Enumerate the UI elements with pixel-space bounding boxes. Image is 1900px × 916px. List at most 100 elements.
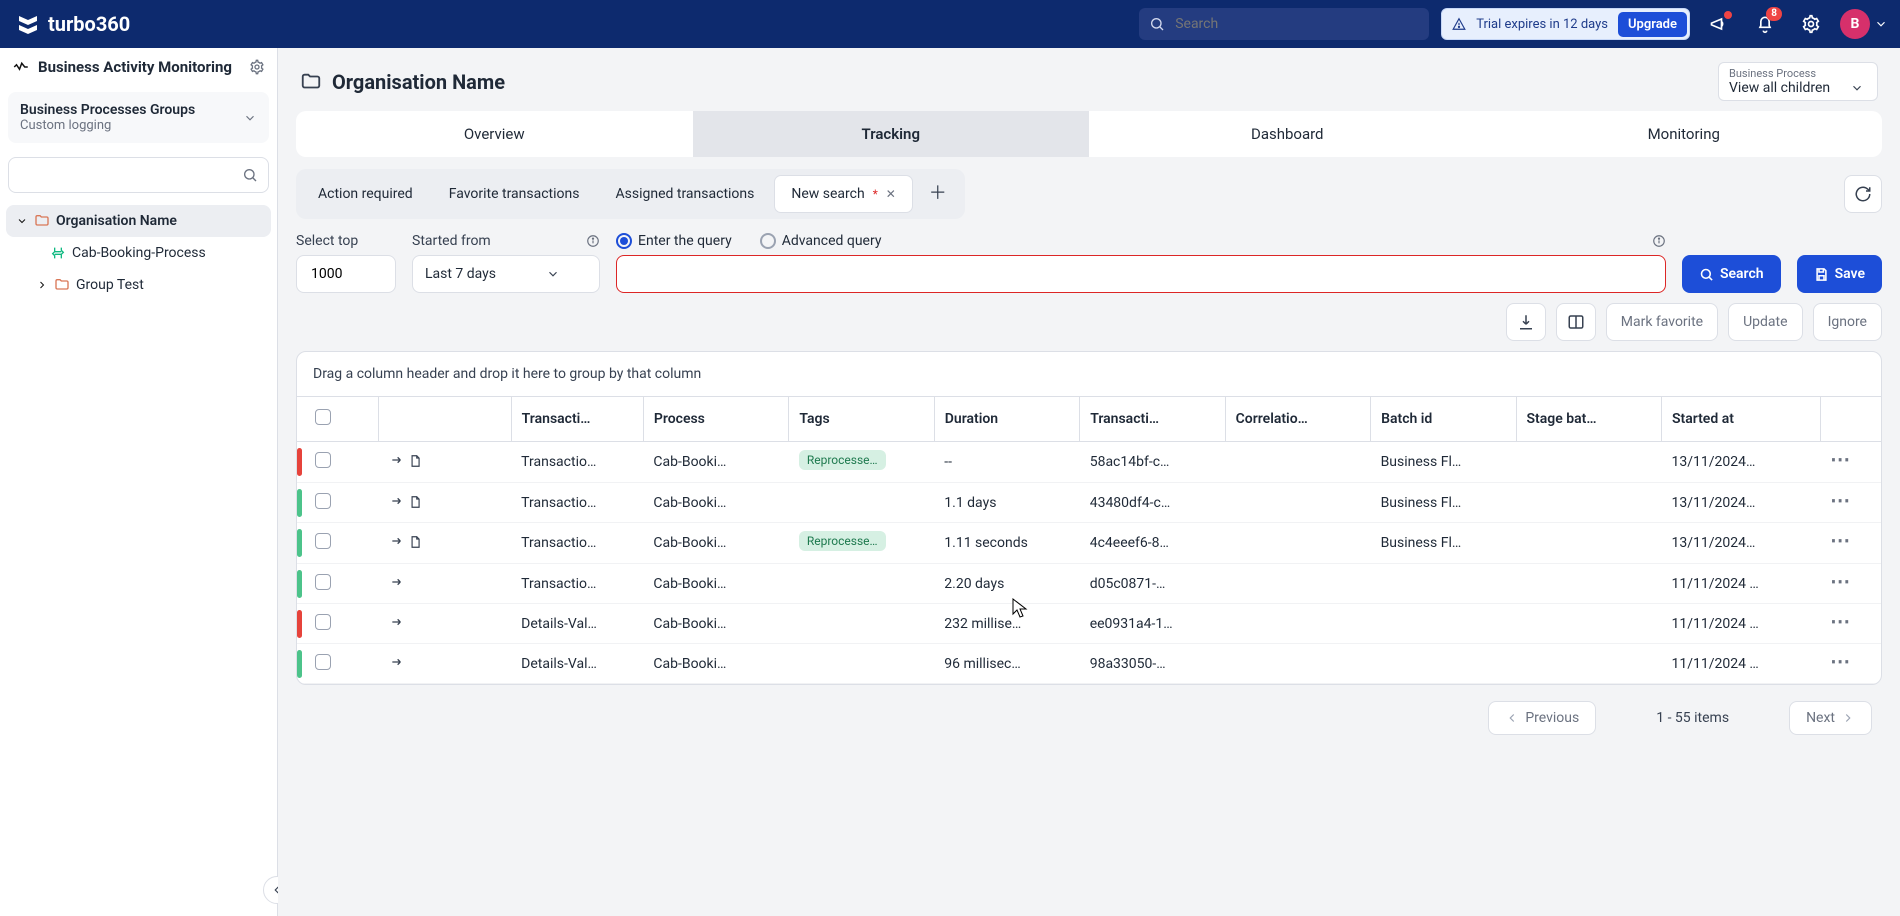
expand-icon[interactable] [389,497,422,513]
gear-icon[interactable] [249,59,265,75]
cell-tags [789,483,934,523]
expand-icon[interactable] [389,618,405,634]
table-row[interactable]: Transactio…Cab-Booki…2.20 daysd05c0871-…… [297,564,1881,604]
expand-icon[interactable] [389,578,405,594]
columns-button[interactable] [1556,303,1596,341]
subtab-favorite[interactable]: Favorite transactions [433,176,596,212]
user-menu[interactable]: B [1840,9,1888,39]
col-batch[interactable]: Batch id [1371,397,1516,442]
brand-logo[interactable]: turbo360 [16,12,130,36]
query-input[interactable] [616,255,1666,293]
row-checkbox[interactable] [315,452,331,468]
row-checkbox[interactable] [315,654,331,670]
row-menu-button[interactable]: ⋯ [1830,649,1851,673]
tab-dashboard[interactable]: Dashboard [1089,111,1486,157]
select-top-field: Select top [296,233,396,293]
tree-org[interactable]: Organisation Name [6,205,271,237]
select-top-input[interactable] [309,265,369,283]
cell-transaction: Transactio… [511,564,643,604]
table-row[interactable]: Transactio…Cab-Booki…1.1 days43480df4-c…… [297,483,1881,523]
announcements-button[interactable] [1702,7,1736,41]
subtab-assigned[interactable]: Assigned transactions [600,176,771,212]
started-from-select[interactable]: Last 7 days [412,255,600,293]
cell-started: 13/11/2024… [1661,523,1820,564]
cell-batch: Business Fl… [1371,483,1516,523]
search-button[interactable]: Search [1682,255,1781,293]
row-menu-button[interactable]: ⋯ [1830,528,1851,552]
download-button[interactable] [1506,303,1546,341]
row-menu-button[interactable]: ⋯ [1830,447,1851,471]
group-selector[interactable]: Business Processes Groups Custom logging [8,92,269,143]
chevron-down-icon [546,267,560,281]
subtab-action[interactable]: Action required [302,176,429,212]
business-process-select[interactable]: Business Process View all children [1718,62,1878,101]
tree-cab[interactable]: Cab-Booking-Process [6,237,271,269]
settings-button[interactable] [1794,7,1828,41]
cell-stage [1516,564,1661,604]
col-started[interactable]: Started at [1661,397,1820,442]
global-search[interactable] [1139,8,1429,40]
row-checkbox[interactable] [315,574,331,590]
table-row[interactable]: Details-Val…Cab-Booki…96 millisec…98a330… [297,644,1881,684]
cell-correlation [1225,564,1370,604]
upgrade-button[interactable]: Upgrade [1618,12,1687,37]
col-tags[interactable]: Tags [789,397,934,442]
add-search-button[interactable]: ＋ [917,177,959,211]
sub-tabs: Action required Favorite transactions As… [296,169,965,219]
tab-overview[interactable]: Overview [296,111,693,157]
cell-started: 11/11/2024 … [1661,644,1820,684]
cell-stage [1516,483,1661,523]
prev-button[interactable]: Previous [1488,701,1596,735]
table-row[interactable]: Transactio…Cab-Booki…Reprocesse…1.11 sec… [297,523,1881,564]
cell-correlation [1225,644,1370,684]
notifications-button[interactable]: 8 [1748,7,1782,41]
select-top-input-wrap[interactable] [296,255,396,293]
main-content: Organisation Name Business Process View … [278,48,1900,916]
top-bar: turbo360 Trial expires in 12 days Upgrad… [0,0,1900,48]
info-icon[interactable] [586,234,600,248]
info-icon[interactable] [1652,234,1666,248]
close-icon[interactable]: ✕ [886,187,896,201]
chevron-down-icon [243,111,257,125]
col-tid[interactable]: Transacti… [1080,397,1225,442]
col-stage[interactable]: Stage bat… [1516,397,1661,442]
refresh-button[interactable] [1844,175,1882,213]
row-checkbox[interactable] [315,533,331,549]
mark-favorite-button[interactable]: Mark favorite [1606,303,1718,341]
col-correlation[interactable]: Correlatio… [1225,397,1370,442]
table-row[interactable]: Transactio…Cab-Booki…Reprocesse…--58ac14… [297,442,1881,483]
tab-tracking[interactable]: Tracking [693,111,1090,157]
ignore-button[interactable]: Ignore [1813,303,1882,341]
document-icon [408,495,422,509]
update-button[interactable]: Update [1728,303,1802,341]
row-checkbox[interactable] [315,493,331,509]
sidebar-search-input[interactable] [19,166,242,184]
cell-duration: 232 millise… [934,604,1079,644]
col-transaction[interactable]: Transacti… [511,397,643,442]
cell-started: 11/11/2024 … [1661,564,1820,604]
col-checkbox[interactable] [305,397,379,442]
row-menu-button[interactable]: ⋯ [1830,488,1851,512]
columns-icon [1567,313,1585,331]
radio-enter-query[interactable]: Enter the query [616,233,732,249]
tab-monitoring[interactable]: Monitoring [1486,111,1883,157]
row-menu-button[interactable]: ⋯ [1830,609,1851,633]
table-row[interactable]: Details-Val…Cab-Booki…232 millise…ee0931… [297,604,1881,644]
save-button[interactable]: Save [1797,255,1882,293]
tree-group[interactable]: Group Test [6,269,271,301]
radio-advanced-query[interactable]: Advanced query [760,233,882,249]
expand-icon[interactable] [389,537,422,553]
pagination: Previous 1 - 55 items Next [278,685,1900,751]
expand-icon[interactable] [389,658,405,674]
row-checkbox[interactable] [315,614,331,630]
subtab-newsearch[interactable]: New search* ✕ [774,175,912,213]
sidebar-search[interactable] [8,157,269,193]
next-button[interactable]: Next [1789,701,1872,735]
group-drop-hint[interactable]: Drag a column header and drop it here to… [297,352,1881,397]
expand-icon[interactable] [389,456,422,472]
global-search-input[interactable] [1173,15,1419,33]
col-process[interactable]: Process [643,397,788,442]
cell-tid: 98a33050-… [1080,644,1225,684]
row-menu-button[interactable]: ⋯ [1830,569,1851,593]
col-duration[interactable]: Duration [934,397,1079,442]
